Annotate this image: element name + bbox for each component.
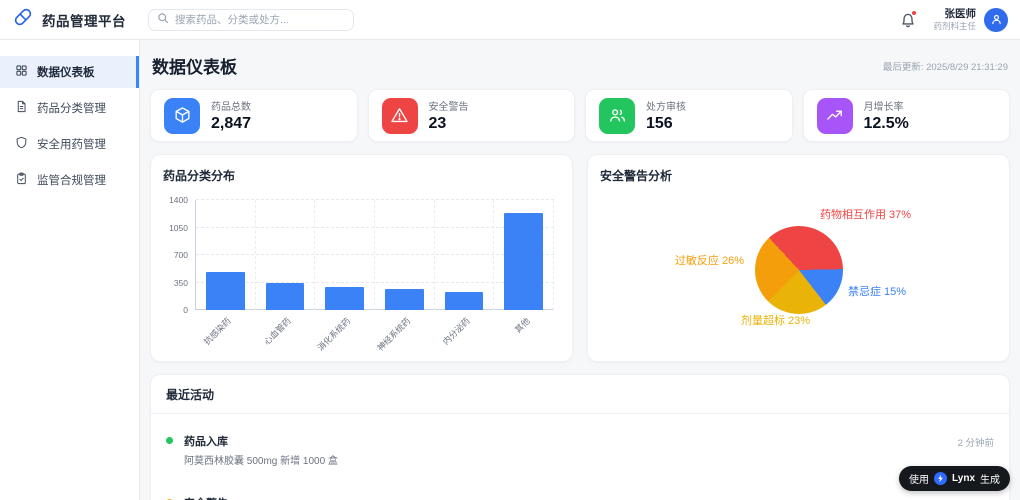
stat-value: 23	[428, 115, 447, 132]
sidebar-item-label: 监管合规管理	[37, 175, 106, 187]
stat-label: 安全警告	[428, 102, 469, 113]
activity-item: 安全警告 华法林与阿司匹林相互作用检测	[166, 481, 994, 500]
shield-icon	[15, 136, 28, 152]
activity-time: 2 分钟前	[957, 438, 994, 449]
alert-triangle-icon	[381, 97, 418, 134]
sidebar-item-label: 安全用药管理	[37, 139, 106, 151]
lynx-badge[interactable]: 使用 Lynx 生成	[899, 466, 1010, 491]
sidebar-item-compliance[interactable]: 监管合规管理	[0, 164, 139, 196]
stat-value: 2,847	[211, 115, 252, 132]
last-updated: 最后更新: 2025/8/29 21:31:29	[882, 61, 1008, 73]
search-box[interactable]	[148, 8, 354, 31]
activity-item: 药品入库 阿莫西林胶囊 500mg 新增 1000 盒 2 分钟前	[166, 419, 994, 481]
pie-area: 药物相互作用 37% 禁忌症 15% 剂量超标 23% 过敏反应 26%	[600, 186, 997, 348]
pie-chart-title: 安全警告分析	[600, 169, 673, 183]
bar-plot: 抗感染药 心血管药 消化系统药 神经系统药 内分泌药 其他	[195, 199, 555, 353]
clipboard-check-icon	[15, 172, 28, 188]
bar-y-axis: 0 350 700 1050 1400	[169, 195, 188, 315]
main-content: 数据仪表板 最后更新: 2025/8/29 21:31:29 药品总数 2,84…	[140, 40, 1020, 500]
activity-title: 药品入库	[184, 436, 228, 448]
sidebar-item-label: 药品分类管理	[37, 103, 106, 115]
sidebar: 数据仪表板 药品分类管理 安全用药管理 监管合规管理	[0, 40, 140, 500]
app-title: 药品管理平台	[42, 13, 126, 29]
sidebar-item-dashboard[interactable]: 数据仪表板	[0, 56, 139, 88]
document-icon	[15, 100, 28, 116]
lynx-logo-icon	[934, 472, 948, 485]
stats-row: 药品总数 2,847 安全警告 23 处方审核 156 月增长率 12.5%	[150, 89, 1010, 142]
page-title: 数据仪表板	[152, 58, 237, 77]
stat-card-prescription-review: 处方审核 156	[585, 89, 793, 142]
top-header: 药品管理平台 张医师 药剂科主任	[0, 0, 1020, 40]
trending-up-icon	[816, 97, 853, 134]
bar-columns: 抗感染药 心血管药 消化系统药 神经系统药 内分泌药 其他	[196, 200, 555, 353]
pie-label-contraindication: 禁忌症 15%	[848, 286, 907, 298]
stat-label: 月增长率	[863, 102, 904, 113]
notification-bell-icon[interactable]	[899, 9, 918, 29]
stat-value: 156	[646, 115, 673, 132]
pie-label-drug-interaction: 药物相互作用 37%	[820, 209, 912, 221]
activity-desc: 阿莫西林胶囊 500mg 新增 1000 盒	[184, 456, 338, 467]
users-icon	[599, 97, 635, 134]
stat-card-total-drugs: 药品总数 2,847	[150, 89, 358, 142]
badge-prefix: 使用	[909, 475, 930, 486]
stat-value: 12.5%	[863, 115, 909, 132]
pie	[754, 226, 843, 314]
bar-chart-card: 药品分类分布 0 350 700 1050 1400 抗感染药 心血管药 消化系统药 神经系统…	[150, 154, 573, 362]
user-name: 张医师	[944, 7, 977, 20]
recent-activity-card: 最近活动 药品入库 阿莫西林胶囊 500mg 新增 1000 盒 2 分钟前 安…	[150, 374, 1010, 500]
sidebar-item-medication-safety[interactable]: 安全用药管理	[0, 128, 139, 160]
badge-suffix: 生成	[980, 475, 1000, 486]
capsule-pill-icon	[12, 6, 34, 33]
search-icon	[157, 11, 169, 29]
stat-label: 药品总数	[211, 102, 251, 113]
pie-chart-card: 安全警告分析 药物相互作用 37% 禁忌症 15% 剂量超标 23% 过敏反应 …	[587, 154, 1010, 362]
user-role: 药剂科主任	[933, 20, 976, 31]
stat-label: 处方审核	[646, 102, 686, 113]
recent-activity-title: 最近活动	[151, 375, 1009, 414]
stat-card-safety-alerts: 安全警告 23	[367, 89, 575, 142]
sidebar-item-label: 数据仪表板	[37, 67, 95, 79]
stat-card-monthly-growth: 月增长率 12.5%	[802, 89, 1010, 142]
pie-label-allergy: 过敏反应 26%	[674, 255, 744, 267]
pie-label-overdose: 剂量超标 23%	[741, 315, 811, 327]
package-icon	[164, 97, 200, 134]
activity-title: 安全警告	[184, 495, 324, 500]
user-menu[interactable]: 张医师 药剂科主任	[933, 7, 1008, 32]
sidebar-item-drug-category[interactable]: 药品分类管理	[0, 92, 139, 124]
status-dot	[166, 437, 173, 444]
dashboard-grid-icon	[15, 64, 28, 80]
badge-brand: Lynx	[952, 473, 975, 484]
app-logo: 药品管理平台	[12, 6, 140, 33]
search-input[interactable]	[175, 13, 345, 26]
avatar[interactable]	[984, 7, 1008, 32]
bar-chart-title: 药品分类分布	[163, 169, 236, 183]
